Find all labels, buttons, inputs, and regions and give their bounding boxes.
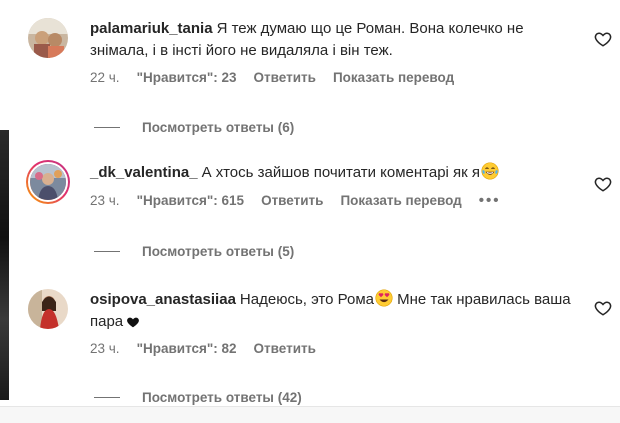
black-heart-icon [127, 317, 140, 328]
reply-button[interactable]: Ответить [254, 70, 316, 85]
reply-button[interactable]: Ответить [261, 193, 323, 208]
comment-text: palamariuk_tania Я теж думаю що це Роман.… [90, 18, 580, 62]
comment-meta: 22 ч. "Нравится": 23 Ответить Показать п… [90, 70, 580, 85]
likes-count[interactable]: "Нравится": 23 [137, 70, 237, 85]
left-media-edge [0, 130, 9, 400]
replies-divider [94, 127, 120, 128]
heart-icon[interactable] [594, 175, 612, 193]
comment-username[interactable]: _dk_valentina_ [90, 164, 198, 181]
heart-icon[interactable] [594, 299, 612, 317]
laughing-tears-emoji-icon [481, 162, 499, 180]
heart-eyes-emoji-icon [375, 289, 393, 307]
comment-time[interactable]: 22 ч. [90, 70, 120, 85]
comment-meta: 23 ч. "Нравится": 82 Ответить [90, 341, 580, 356]
likes-count[interactable]: "Нравится": 615 [137, 193, 245, 208]
view-replies-button[interactable]: Посмотреть ответы (42) [94, 390, 302, 405]
view-replies-button[interactable]: Посмотреть ответы (6) [94, 120, 294, 135]
reply-button[interactable]: Ответить [254, 341, 316, 356]
likes-count[interactable]: "Нравится": 82 [137, 341, 237, 356]
comment-time[interactable]: 23 ч. [90, 193, 120, 208]
replies-divider [94, 251, 120, 252]
translate-button[interactable]: Показать перевод [333, 70, 454, 85]
comment-body-part1: Надеюсь, это Рома [239, 291, 374, 308]
avatar[interactable] [28, 289, 68, 329]
comment-username[interactable]: osipova_anastasiiaa [90, 291, 236, 308]
avatar-story-ring[interactable] [26, 160, 70, 204]
view-replies-label[interactable]: Посмотреть ответы (42) [142, 390, 302, 405]
comment-text: _dk_valentina_ А хтось зайшов почитати ко… [90, 162, 580, 184]
comment-time[interactable]: 23 ч. [90, 341, 120, 356]
comment-body: А хтось зайшов почитати коментарі як я [201, 164, 481, 181]
comment-username[interactable]: palamariuk_tania [90, 20, 213, 37]
comment-text: osipova_anastasiiaa Надеюсь, это Рома Мне… [90, 289, 580, 333]
view-replies-label[interactable]: Посмотреть ответы (5) [142, 244, 294, 259]
view-replies-label[interactable]: Посмотреть ответы (6) [142, 120, 294, 135]
view-replies-button[interactable]: Посмотреть ответы (5) [94, 244, 294, 259]
bottom-bar [0, 406, 620, 423]
avatar[interactable] [28, 18, 68, 58]
translate-button[interactable]: Показать перевод [340, 193, 461, 208]
more-options-icon[interactable]: ••• [479, 192, 501, 209]
heart-icon[interactable] [594, 30, 612, 48]
comment-meta: 23 ч. "Нравится": 615 Ответить Показать … [90, 192, 580, 209]
replies-divider [94, 397, 120, 398]
